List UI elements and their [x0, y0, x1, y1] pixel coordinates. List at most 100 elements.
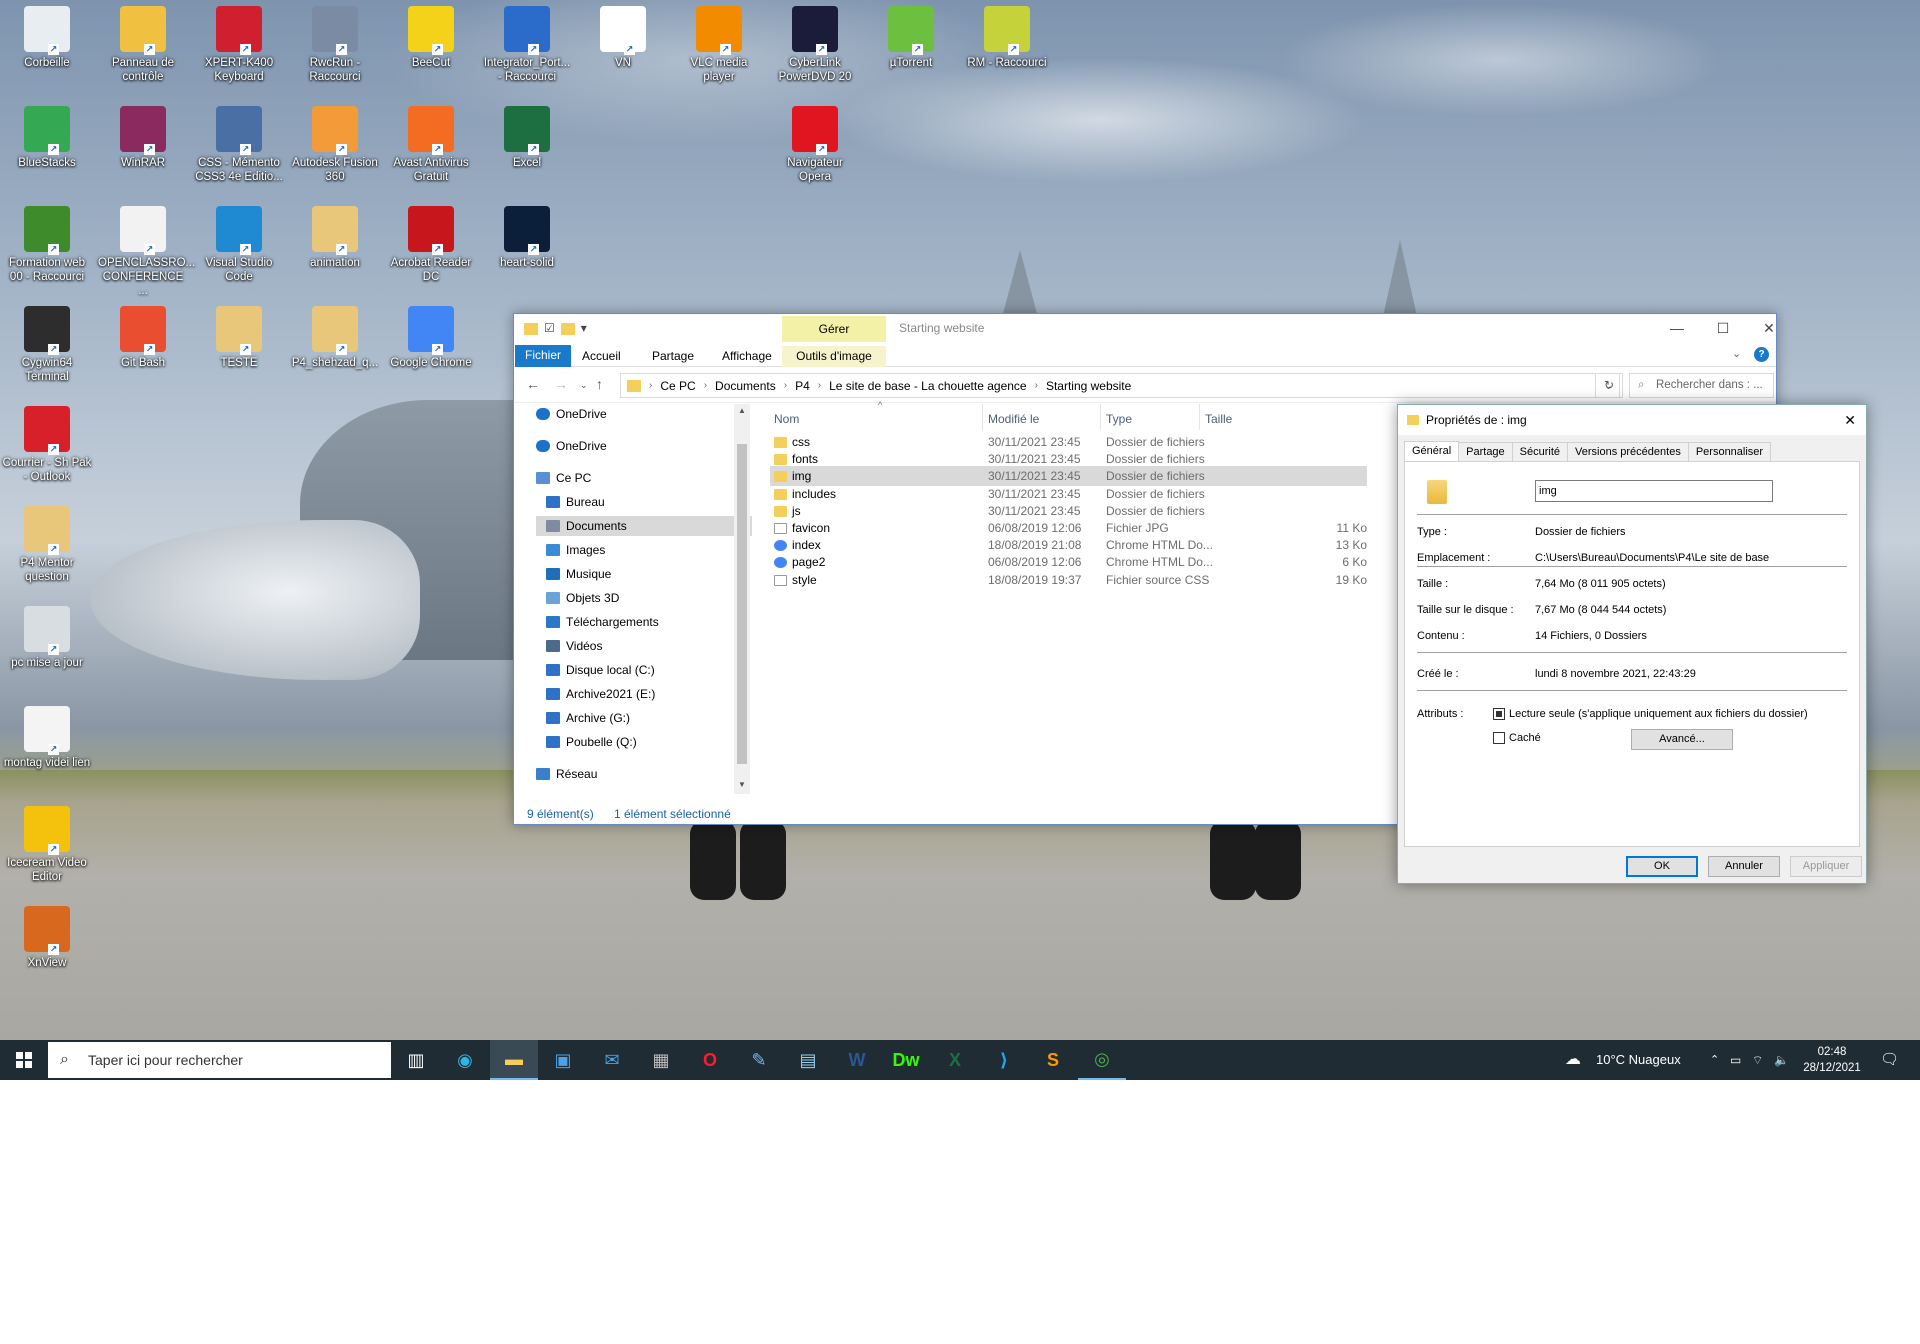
column-modified[interactable]: Modifié le [988, 412, 1039, 426]
hidden-checkbox[interactable] [1493, 732, 1505, 744]
readonly-checkbox[interactable] [1493, 708, 1505, 720]
nav-item-poubelle-q[interactable]: Poubelle (Q:) [546, 732, 637, 752]
vscode-icon[interactable]: ⟩ [980, 1040, 1028, 1080]
network-icon[interactable]: ⌔ [1752, 1040, 1763, 1080]
desktop-icon[interactable]: Git Bash [98, 300, 188, 370]
desktop-icon[interactable]: VN [578, 0, 668, 70]
windows-start-icon[interactable] [0, 1040, 48, 1080]
breadcrumb-site-de-base[interactable]: Le site de base - La chouette agence [829, 379, 1026, 393]
edge-icon[interactable]: ◉ [441, 1040, 489, 1080]
paint-icon[interactable]: ✎ [735, 1040, 783, 1080]
recent-locations-icon[interactable]: ⌄ [580, 380, 588, 391]
nav-item-musique[interactable]: Musique [546, 564, 611, 584]
expand-ribbon-icon[interactable]: ⌄ [1732, 347, 1741, 360]
desktop-icon[interactable]: Integrator_Port... - Raccourci [482, 0, 572, 84]
column-type[interactable]: Type [1106, 412, 1132, 426]
taskbar-search-input[interactable]: ⌕ Taper ici pour rechercher [48, 1042, 391, 1078]
column-divider[interactable] [982, 404, 983, 430]
properties-quick-icon[interactable]: ☑ [544, 321, 555, 335]
opera-icon[interactable]: O [686, 1040, 734, 1080]
nav-item-ce-pc[interactable]: Ce PC [536, 468, 591, 488]
up-arrow-icon[interactable]: ↑ [596, 376, 603, 392]
back-arrow-icon[interactable]: ← [526, 376, 540, 392]
maximize-button[interactable]: ☐ [1700, 314, 1746, 343]
sublime-icon[interactable]: S [1029, 1040, 1077, 1080]
weather-text[interactable]: 10°C Nuageux [1596, 1040, 1681, 1080]
desktop-icon[interactable]: RwcRun - Raccourci [290, 0, 380, 84]
desktop-icon[interactable]: XnView [2, 900, 92, 970]
calculator-icon[interactable]: ▦ [637, 1040, 685, 1080]
desktop-icon[interactable]: CSS - Mémento CSS3 4e Editio... [194, 100, 284, 184]
desktop-icon[interactable]: Cygwin64 Terminal [2, 300, 92, 384]
desktop-icon[interactable]: BlueStacks [2, 100, 92, 170]
clock[interactable]: 02:48 28/12/2021 [1800, 1040, 1864, 1080]
apply-button[interactable]: Appliquer [1790, 856, 1862, 877]
nav-item-documents[interactable]: Documents [536, 516, 752, 536]
tab-securite[interactable]: Sécurité [1511, 442, 1569, 461]
desktop-icon[interactable]: P4_shehzad_q... [290, 300, 380, 370]
excel-icon[interactable]: X [931, 1040, 979, 1080]
desktop-icon[interactable]: RM - Raccourci [962, 0, 1052, 70]
file-explorer-icon[interactable]: ▬ [490, 1040, 538, 1080]
nav-item-onedrive[interactable]: OneDrive [536, 404, 607, 424]
nav-item-onedrive-personal[interactable]: OneDrive [536, 436, 607, 456]
column-divider[interactable] [1100, 404, 1101, 430]
desktop-icon[interactable]: Excel [482, 100, 572, 170]
tab-accueil[interactable]: Accueil [572, 346, 631, 367]
desktop-icon[interactable]: WinRAR [98, 100, 188, 170]
desktop-icon[interactable]: Visual Studio Code [194, 200, 284, 284]
nav-item-bureau[interactable]: Bureau [546, 492, 605, 512]
column-size[interactable]: Taille [1205, 412, 1232, 426]
notepad-icon[interactable]: ▤ [784, 1040, 832, 1080]
breadcrumb-starting-website[interactable]: Starting website [1046, 379, 1131, 393]
desktop-icon[interactable]: TESTE [194, 300, 284, 370]
nav-item-videos[interactable]: Vidéos [546, 636, 602, 656]
scroll-up-icon[interactable]: ▲ [738, 406, 746, 415]
notifications-icon[interactable]: 🗨 [1880, 1040, 1899, 1080]
dreamweaver-icon[interactable]: Dw [882, 1040, 930, 1080]
tab-versions[interactable]: Versions précédentes [1567, 442, 1689, 461]
store-icon[interactable]: ▣ [539, 1040, 587, 1080]
tab-affichage[interactable]: Affichage [712, 346, 782, 367]
word-icon[interactable]: W [833, 1040, 881, 1080]
task-view-icon[interactable]: ▥ [392, 1040, 440, 1080]
column-divider[interactable] [1199, 404, 1200, 430]
desktop-icon[interactable]: Acrobat Reader DC [386, 200, 476, 284]
nav-item-objets-3d[interactable]: Objets 3D [546, 588, 619, 608]
nav-item-archive-g[interactable]: Archive (G:) [546, 708, 630, 728]
tab-partage[interactable]: Partage [642, 346, 704, 367]
tab-outils-image[interactable]: Outils d'image [782, 346, 886, 367]
desktop-icon[interactable]: OPENCLASSRO... CONFERENCE ... [98, 200, 195, 298]
desktop-icon[interactable]: Icecream Video Editor [2, 800, 92, 884]
desktop-icon[interactable]: Google Chrome [386, 300, 476, 370]
tab-general[interactable]: Général [1404, 441, 1460, 462]
chrome-icon[interactable]: ◎ [1078, 1040, 1126, 1080]
breadcrumb-documents[interactable]: Documents [715, 379, 776, 393]
desktop-icon[interactable]: P4 Mentor question [2, 500, 92, 584]
desktop-icon[interactable]: heart-solid [482, 200, 572, 270]
desktop-icon[interactable]: CyberLink PowerDVD 20 [770, 0, 860, 84]
desktop-icon[interactable]: XPERT-K400 Keyboard [194, 0, 284, 84]
breadcrumb-p4[interactable]: P4 [795, 379, 810, 393]
show-hidden-icons-icon[interactable]: ⌃ [1710, 1040, 1719, 1080]
desktop-icon[interactable]: animation [290, 200, 380, 270]
desktop-icon[interactable]: VLC media player [674, 0, 764, 84]
nav-scrollbar-thumb[interactable] [737, 444, 747, 764]
desktop-icon[interactable]: Autodesk Fusion 360 [290, 100, 380, 184]
nav-item-archive2021-e[interactable]: Archive2021 (E:) [546, 684, 655, 704]
tab-partage[interactable]: Partage [1458, 442, 1513, 461]
file-row[interactable]: style 18/08/2019 19:37 Fichier source CSS 1… [770, 570, 1367, 590]
forward-arrow-icon[interactable]: → [554, 376, 568, 392]
desktop-icon[interactable]: Corbeille [2, 0, 92, 70]
mail-icon[interactable]: ✉ [588, 1040, 636, 1080]
manage-context-tab[interactable]: Gérer [782, 316, 886, 342]
desktop-icon[interactable]: µTorrent [866, 0, 956, 70]
close-button[interactable]: ✕ [1746, 314, 1792, 343]
breadcrumb[interactable]: › Ce PC › Documents › P4 › Le site de ba… [620, 373, 1620, 398]
nav-item-telechargements[interactable]: Téléchargements [546, 612, 659, 632]
search-input[interactable]: ⌕ Rechercher dans : ... [1629, 373, 1774, 398]
desktop-icon[interactable]: montag videi lien [2, 700, 92, 770]
tab-personnaliser[interactable]: Personnaliser [1687, 442, 1772, 461]
column-name[interactable]: Nom [774, 412, 799, 426]
customize-qat-icon[interactable]: ▾ [581, 321, 587, 335]
